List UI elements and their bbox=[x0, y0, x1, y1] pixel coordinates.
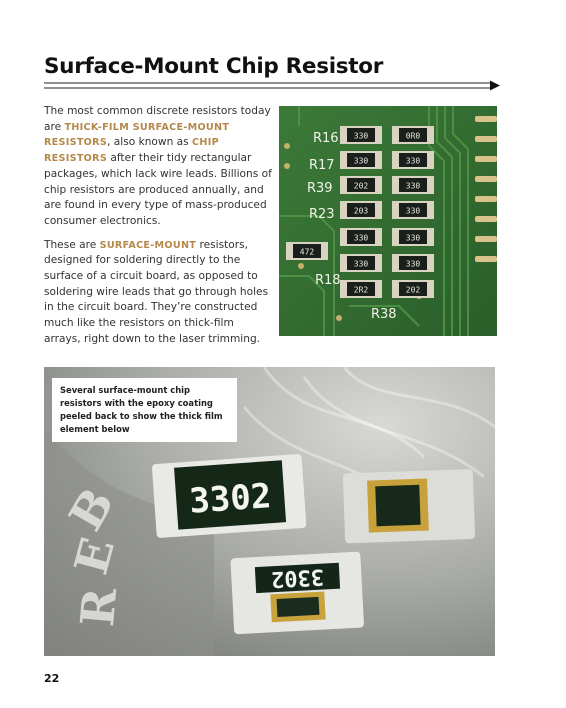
pcb-chip-code: 330 bbox=[354, 260, 369, 269]
pcb-chip-resistor: 330 bbox=[392, 254, 434, 272]
pcb-chip-code: 330 bbox=[406, 182, 421, 191]
pcb-chip-resistor: 330 bbox=[340, 228, 382, 246]
pcb-label: R38 bbox=[371, 307, 397, 322]
pcb-chip-code: 330 bbox=[406, 234, 421, 243]
pcb-chip-resistor: 330 bbox=[340, 254, 382, 272]
pcb-chip-resistor: 330 bbox=[340, 126, 382, 144]
pcb-chip-code: 330 bbox=[406, 157, 421, 166]
pcb-chip-resistor: 330 bbox=[392, 228, 434, 246]
pcb-chip-resistor: 330 bbox=[392, 151, 434, 169]
pcb-photo: R16 R17 R39 R23 R18 R38 330 0R0 330 330 202 3… bbox=[279, 106, 497, 336]
pcb-label: R23 bbox=[309, 207, 335, 222]
paragraph-1: The most common discrete resistors today… bbox=[44, 105, 272, 227]
body-text: The most common discrete resistors today… bbox=[44, 104, 272, 356]
chip-resistor-1: 3302 bbox=[152, 454, 307, 538]
pcb-chip-resistor: 202 bbox=[392, 280, 434, 298]
pcb-chip-resistor: 2R2 bbox=[340, 280, 382, 298]
page-title: Surface-Mount Chip Resistor bbox=[44, 54, 384, 79]
pcb-chip-resistor: 330 bbox=[392, 176, 434, 194]
pcb-chip-resistor: 203 bbox=[340, 201, 382, 219]
chip-resistor-2: 3302 bbox=[230, 551, 364, 635]
pcb-chip-resistor: 330 bbox=[392, 201, 434, 219]
pcb-chip-code: 2R2 bbox=[354, 286, 369, 295]
pcb-label: R17 bbox=[309, 158, 335, 173]
pcb-label: R39 bbox=[307, 181, 333, 196]
pcb-chip-code: 0R0 bbox=[406, 132, 421, 141]
photo-caption: Several surface-mount chip resistors wit… bbox=[52, 378, 237, 442]
chip-code: 3302 bbox=[270, 564, 324, 592]
pcb-chip-code: 202 bbox=[354, 182, 369, 191]
pcb-chip-code: 472 bbox=[300, 248, 315, 257]
pcb-chip-code: 330 bbox=[406, 260, 421, 269]
pcb-label: R18 bbox=[315, 273, 341, 288]
chip-code: 3302 bbox=[188, 476, 272, 522]
chip-resistor-3 bbox=[342, 469, 476, 544]
pcb-chip-code: 330 bbox=[354, 132, 369, 141]
pcb-chip-code: 202 bbox=[406, 286, 421, 295]
pcb-chip-code: 330 bbox=[406, 207, 421, 216]
pcb-chip-code: 203 bbox=[354, 207, 369, 216]
coin-letter: R bbox=[70, 585, 127, 629]
pcb-chip-resistor: 0R0 bbox=[392, 126, 434, 144]
pcb-chip-resistor: 472 bbox=[286, 242, 328, 260]
pcb-chip-resistor: 330 bbox=[340, 151, 382, 169]
pcb-chip-code: 330 bbox=[354, 234, 369, 243]
pcb-label: R16 bbox=[313, 131, 339, 146]
page-number: 22 bbox=[44, 672, 60, 685]
paragraph-2: These are SURFACE-MOUNT resistors, desig… bbox=[44, 238, 269, 345]
pcb-chip-resistor: 202 bbox=[340, 176, 382, 194]
title-arrow-rule bbox=[44, 80, 500, 91]
term-surface-mount: SURFACE-MOUNT bbox=[99, 239, 197, 251]
pcb-chip-code: 330 bbox=[354, 157, 369, 166]
